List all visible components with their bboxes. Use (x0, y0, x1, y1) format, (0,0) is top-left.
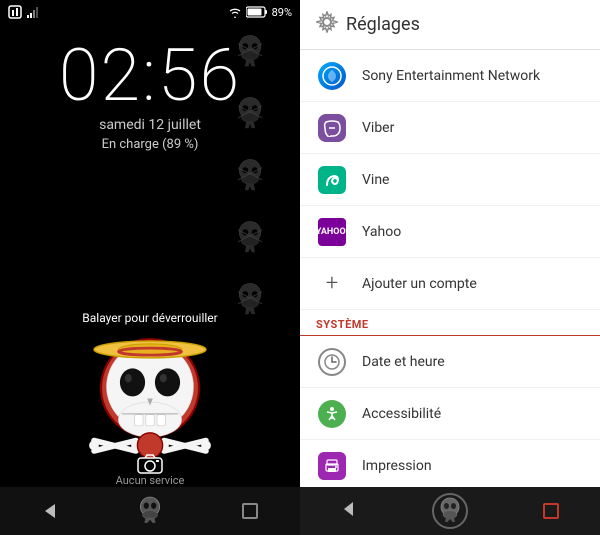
date-label: samedi 12 juillet (0, 117, 300, 133)
vine-svg (323, 171, 341, 189)
settings-item-yahoo[interactable]: YAHOO! Yahoo (300, 206, 600, 258)
settings-item-accessibility[interactable]: Accessibilité (300, 388, 600, 440)
settings-gear-icon (316, 11, 338, 38)
recent-button-right[interactable] (535, 495, 567, 527)
battery-icon (246, 6, 268, 18)
recent-icon-right (543, 503, 559, 519)
settings-panel: Réglages Sony Entertainment Network (300, 0, 600, 535)
nav-skull-icon (435, 496, 465, 526)
vine-label: Vine (362, 172, 389, 188)
settings-item-sony[interactable]: Sony Entertainment Network (300, 50, 600, 102)
settings-item-viber[interactable]: Viber (300, 102, 600, 154)
camera-svg (137, 453, 163, 475)
time-display: 02:56 samedi 12 juillet En charge (89 %) (0, 40, 300, 152)
home-skull-icon (134, 495, 166, 527)
bg-skull-3 (232, 157, 268, 193)
signal-icon (26, 5, 40, 19)
print-icon (316, 450, 348, 482)
yahoo-icon: YAHOO! (316, 216, 348, 248)
print-svg (324, 458, 340, 474)
gear-svg (316, 11, 338, 33)
bg-skull-4 (232, 219, 268, 255)
status-bar-left (8, 5, 40, 19)
home-button-right[interactable] (432, 493, 468, 529)
settings-item-datetime[interactable]: Date et heure (300, 336, 600, 388)
lock-screen: 89% (0, 0, 300, 535)
home-button[interactable] (128, 489, 172, 533)
wifi-icon (228, 6, 242, 18)
recent-button[interactable] (228, 489, 272, 533)
back-arrow-right-icon (341, 501, 357, 517)
settings-list: Sony Entertainment Network Viber (300, 50, 600, 487)
settings-item-add-account[interactable]: + Ajouter un compte (300, 258, 600, 310)
settings-item-print[interactable]: Impression (300, 440, 600, 487)
add-account-label: Ajouter un compte (362, 276, 477, 292)
sony-label: Sony Entertainment Network (362, 68, 540, 84)
datetime-icon (316, 346, 348, 378)
section-header-system: SYSTÈME (300, 310, 600, 336)
datetime-label: Date et heure (362, 354, 445, 370)
clock-time: 02:56 (0, 40, 300, 112)
nav-bar-right (300, 487, 600, 535)
sim-icon (8, 5, 22, 19)
status-bar-right: 89% (228, 6, 292, 19)
back-button[interactable] (28, 489, 72, 533)
camera-icon[interactable] (137, 453, 163, 479)
settings-item-vine[interactable]: Vine (300, 154, 600, 206)
viber-icon (316, 112, 348, 144)
yahoo-label: Yahoo (362, 224, 401, 240)
print-label: Impression (362, 458, 432, 474)
settings-title: Réglages (346, 14, 420, 35)
battery-percent: 89% (272, 6, 292, 19)
nav-bar-left (0, 487, 300, 535)
battery-status: En charge (89 %) (0, 137, 300, 152)
accessibility-icon (316, 398, 348, 430)
accessibility-label: Accessibilité (362, 406, 441, 422)
back-button-right[interactable] (333, 493, 365, 530)
back-arrow-icon (41, 502, 59, 520)
settings-header: Réglages (300, 0, 600, 50)
access-svg (324, 406, 340, 422)
sony-icon (316, 60, 348, 92)
swipe-label: Balayer pour déverrouiller (74, 308, 225, 328)
viber-svg (323, 119, 341, 137)
status-bar: 89% (0, 0, 300, 24)
sony-logo-svg (322, 66, 342, 86)
viber-label: Viber (362, 120, 394, 136)
clock-svg (323, 353, 341, 371)
vine-icon (316, 164, 348, 196)
recent-icon (242, 503, 258, 519)
main-skull-svg (80, 332, 220, 472)
add-account-icon: + (316, 268, 348, 300)
